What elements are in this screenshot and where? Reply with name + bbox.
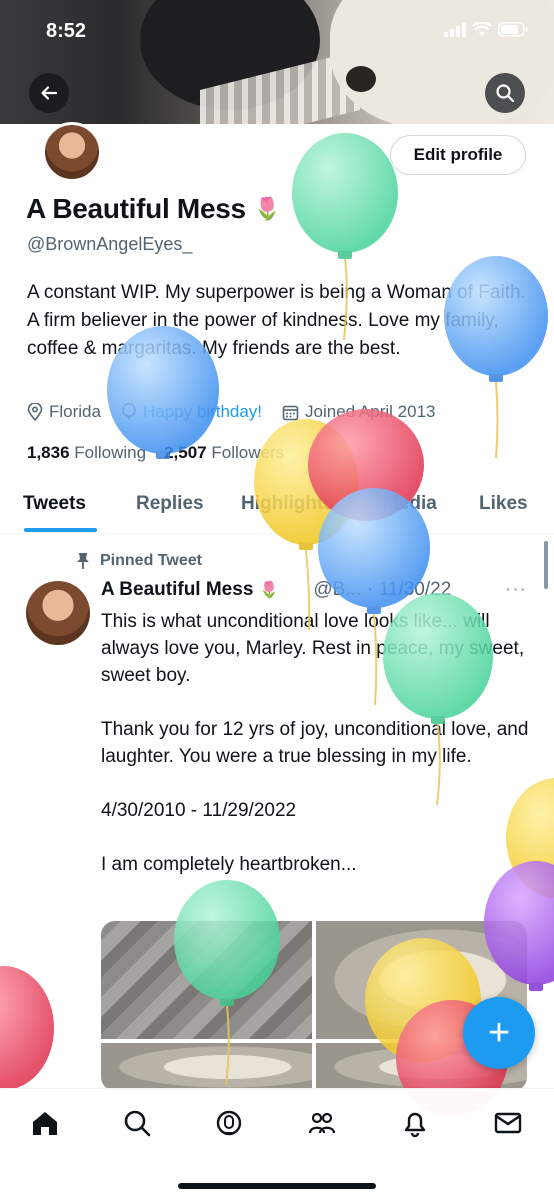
messages-icon[interactable] [492, 1107, 524, 1139]
profile-banner [0, 0, 554, 124]
search-icon [496, 84, 515, 103]
notifications-icon[interactable] [399, 1107, 431, 1139]
tweet-author-emoji: 🌷 [259, 582, 280, 599]
profile-joined: Joined April 2013 [282, 402, 435, 422]
compose-tweet-button[interactable]: + [463, 997, 535, 1069]
tweet-date: · 11/30/22 [367, 579, 452, 600]
follow-counts: 1,836 Following 2,507 Followers [27, 443, 284, 463]
profile-name: A Beautiful Mess 🌷 [26, 193, 281, 225]
joined-text: Joined April 2013 [305, 402, 436, 421]
tweet-text: This is what unconditional love looks li… [101, 608, 531, 905]
tweet-media-grid [101, 921, 527, 1091]
home-indicator [178, 1183, 376, 1189]
tab-indicator [24, 528, 97, 532]
profile-birthday[interactable]: Happy birthday! [121, 402, 262, 422]
tweet-paragraph: Thank you for 12 yrs of joy, uncondition… [101, 719, 529, 767]
wifi-icon [472, 22, 492, 36]
profile-bio: A constant WIP. My superpower is being a… [27, 282, 526, 359]
tweet-paragraph: I am completely heartbroken... [101, 854, 357, 875]
profile-tabs: Tweets Replies Highlights Media Likes [0, 476, 554, 534]
tweet-photo[interactable] [101, 921, 312, 1039]
balloon-red [0, 966, 54, 1090]
tweet-header: A Beautiful Mess 🌷 @B... · 11/30/22 ··· [101, 579, 531, 601]
location-pin-icon [27, 403, 43, 421]
tweet-handle: @B... [313, 579, 362, 600]
following-label: Following [74, 443, 147, 462]
pin-icon [77, 553, 89, 569]
calendar-icon [282, 405, 299, 420]
followers-label: Followers [211, 443, 285, 462]
profile-location: Florida [27, 402, 101, 422]
tweet-avatar[interactable] [26, 581, 90, 645]
more-options-icon[interactable]: ··· [505, 579, 527, 601]
followers-count: 2,507 [164, 443, 207, 462]
home-icon[interactable] [29, 1107, 61, 1139]
arrow-left-icon [41, 86, 58, 100]
tab-replies[interactable]: Replies [136, 493, 204, 515]
location-text: Florida [49, 402, 101, 421]
profile-avatar[interactable] [42, 122, 102, 182]
following-count: 1,836 [27, 443, 70, 462]
status-time: 8:52 [46, 20, 87, 42]
profile-meta: Florida Happy birthday! Joined April 201… [27, 402, 435, 422]
communities-icon[interactable] [306, 1107, 338, 1139]
birthday-text[interactable]: Happy birthday! [143, 402, 262, 422]
spaces-icon[interactable] [213, 1107, 245, 1139]
banner-dog-nose [346, 66, 376, 92]
pinned-text: Pinned Tweet [100, 552, 202, 569]
search-button[interactable] [485, 73, 525, 113]
search-icon[interactable] [121, 1107, 153, 1139]
tab-likes[interactable]: Likes [479, 493, 528, 515]
back-button[interactable] [29, 73, 69, 113]
tab-highlights[interactable]: Highlights [241, 493, 334, 515]
tweet-paragraph: 4/30/2010 - 11/29/2022 [101, 800, 297, 821]
pinned-label: Pinned Tweet [76, 552, 202, 570]
profile-name-text: A Beautiful Mess [26, 193, 246, 224]
tulip-emoji: 🌷 [253, 196, 281, 221]
signal-icon [444, 22, 466, 37]
tweet-paragraph: This is what unconditional love looks li… [101, 611, 525, 686]
edit-profile-button[interactable]: Edit profile [390, 135, 526, 175]
profile-handle: @BrownAngelEyes_ [27, 234, 193, 254]
balloon-icon [122, 403, 136, 420]
tab-media[interactable]: Media [383, 493, 437, 515]
tweet-author[interactable]: A Beautiful Mess [101, 579, 253, 601]
tweet-photo[interactable] [101, 1043, 312, 1091]
tab-tweets[interactable]: Tweets [23, 493, 86, 515]
scrollbar[interactable] [544, 541, 548, 589]
battery-icon [498, 22, 528, 37]
status-icons [444, 22, 528, 37]
following-link[interactable]: 1,836 Following [27, 443, 146, 463]
followers-link[interactable]: 2,507 Followers [164, 443, 284, 463]
